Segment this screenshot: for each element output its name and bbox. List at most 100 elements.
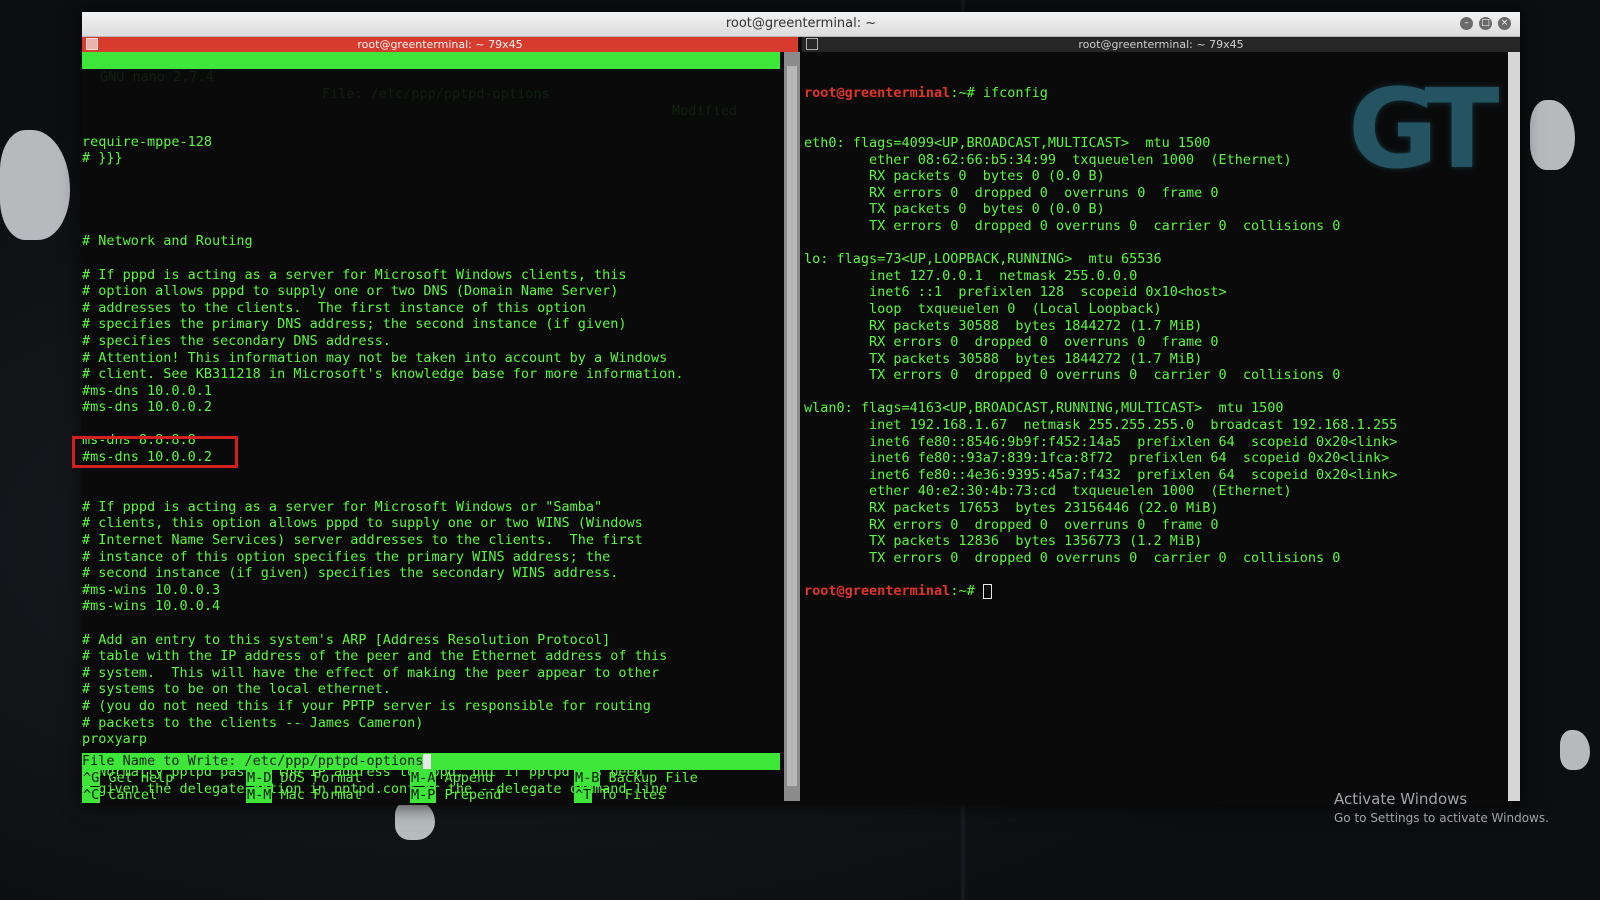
left-pane-scrollbar[interactable] xyxy=(784,52,800,801)
shortcut-label: Append xyxy=(444,770,494,786)
editor-line: # Network and Routing xyxy=(82,233,253,250)
maximize-icon[interactable]: □ xyxy=(1479,17,1492,30)
editor-line: # clients, this option allows pppd to su… xyxy=(82,515,643,532)
shortcut-item[interactable]: M-A Append xyxy=(410,770,493,787)
output-line: RX errors 0 dropped 0 overruns 0 frame 0 xyxy=(804,516,1219,533)
window-title: root@greenterminal: ~ xyxy=(725,16,877,31)
editor-line: # specifies the secondary DNS address. xyxy=(82,332,391,349)
minimize-icon[interactable]: – xyxy=(1460,17,1473,30)
left-pane-title-text: root@greenterminal: ~ 79x45 xyxy=(357,38,523,51)
shortcut-key: M-P xyxy=(410,786,437,803)
output-line: wlan0: flags=4163<UP,BROADCAST,RUNNING,M… xyxy=(804,400,1284,417)
output-line: RX errors 0 dropped 0 overruns 0 frame 0 xyxy=(804,184,1219,201)
output-line: TX errors 0 dropped 0 overruns 0 carrier… xyxy=(804,217,1341,234)
shortcut-label: Backup File xyxy=(608,770,698,786)
output-line: RX errors 0 dropped 0 overruns 0 frame 0 xyxy=(804,334,1219,351)
output-line: RX packets 17653 bytes 23156446 (22.0 Mi… xyxy=(804,500,1219,517)
output-line: RX packets 30588 bytes 1844272 (1.7 MiB) xyxy=(804,317,1203,334)
filename-prompt-text: File Name to Write: /etc/ppp/pptpd-optio… xyxy=(82,753,424,769)
editor-line: # If pppd is acting as a server for Micr… xyxy=(82,498,603,515)
logo-watermark: GT xyxy=(1348,65,1499,193)
prompt-user: root@greenterminal xyxy=(804,583,951,599)
terminal-cursor xyxy=(982,583,992,599)
output-line: inet6 fe80::8546:9b9f:f452:14a5 prefixle… xyxy=(804,433,1398,450)
editor-line: # specifies the primary DNS address; the… xyxy=(82,316,627,333)
shortcut-item[interactable]: ^T To Files xyxy=(574,786,666,804)
shortcut-item[interactable]: M-M Mac Format xyxy=(246,786,362,804)
command-line: root@greenterminal:~# ifconfig xyxy=(804,85,1397,102)
terminal-window[interactable]: root@greenterminal: ~ – □ × root@greente… xyxy=(72,12,1520,805)
output-line: inet6 fe80::4e36:9395:45a7:f432 prefixle… xyxy=(804,466,1398,483)
output-line: RX packets 0 bytes 0 (0.0 B) xyxy=(804,168,1105,185)
output-line: eth0: flags=4099<UP,BROADCAST,MULTICAST>… xyxy=(804,134,1211,151)
editor-line: # second instance (if given) specifies t… xyxy=(82,565,619,582)
output-line: TX packets 12836 bytes 1356773 (1.2 MiB) xyxy=(804,533,1203,550)
close-icon[interactable]: × xyxy=(1498,17,1511,30)
prompt-suffix: :~# xyxy=(950,583,983,599)
nano-editor-content[interactable]: require-mppe-128 # }}} # Network and Routi… xyxy=(72,84,683,798)
split-pane-icon xyxy=(806,38,818,50)
command-line[interactable]: root@greenterminal:~# xyxy=(804,583,1397,600)
editor-line: #ms-wins 10.0.0.4 xyxy=(82,598,221,615)
output-line: TX errors 0 dropped 0 overruns 0 carrier… xyxy=(804,367,1341,384)
command-text: ifconfig xyxy=(982,85,1048,102)
editor-line: # addresses to the clients. The first in… xyxy=(82,299,586,316)
nano-filename-prompt[interactable]: File Name to Write: /etc/ppp/pptpd-optio… xyxy=(82,753,780,770)
editor-line: # (you do not need this if your PPTP ser… xyxy=(82,697,651,714)
shortcut-item[interactable]: M-B Backup File xyxy=(574,770,698,787)
shortcut-item[interactable]: ^G Get Help xyxy=(82,770,173,787)
output-line: loop txqueuelen 0 (Local Loopback) xyxy=(804,300,1162,317)
activate-subtitle: Go to Settings to activate Windows. xyxy=(1334,811,1549,825)
shortcut-label: Get Help xyxy=(108,770,174,786)
scrollbar-thumb[interactable] xyxy=(787,66,797,786)
output-line: inet6 ::1 prefixlen 128 scopeid 0x10<hos… xyxy=(804,284,1227,301)
window-titlebar[interactable]: root@greenterminal: ~ – □ × xyxy=(82,12,1520,37)
shortcut-item[interactable]: ^C Cancel xyxy=(82,786,158,804)
shortcut-label: Mac Format xyxy=(280,786,362,803)
editor-line: #ms-dns 10.0.0.2 xyxy=(82,399,213,416)
map-shape xyxy=(395,800,435,840)
editor-line: # systems to be on the local ethernet. xyxy=(82,681,391,698)
nano-shortcut-bar: ^G Get Help M-D DOS Format M-A Append M-B B… xyxy=(82,770,782,804)
shortcut-key: ^G xyxy=(82,770,101,786)
activate-windows-watermark: Activate Windows Go to Settings to activ… xyxy=(1334,790,1549,825)
output-line: inet 127.0.0.1 netmask 255.0.0.0 xyxy=(804,267,1138,284)
terminal-icon xyxy=(86,38,98,50)
right-pane-title[interactable]: root@greenterminal: ~ 79x45 xyxy=(802,37,1520,52)
shortcut-label: DOS Format xyxy=(280,770,362,786)
editor-line: # }}} xyxy=(82,150,123,167)
editor-line: # If pppd is acting as a server for Micr… xyxy=(82,266,627,283)
shortcut-label: Cancel xyxy=(108,786,158,803)
shortcut-key: M-D xyxy=(246,770,273,786)
output-line: TX packets 30588 bytes 1844272 (1.7 MiB) xyxy=(804,350,1203,367)
shortcut-item[interactable]: M-D DOS Format xyxy=(246,770,362,787)
shortcut-key: ^C xyxy=(82,786,101,803)
shortcut-key: ^T xyxy=(574,786,593,803)
shortcut-label: To Files xyxy=(600,786,666,803)
terminal-output[interactable]: root@greenterminal:~# ifconfig eth0: fla… xyxy=(804,52,1397,600)
prompt-user: root@greenterminal xyxy=(804,85,951,102)
editor-line: # Attention! This information may not be… xyxy=(82,349,668,366)
prompt-suffix: :~# xyxy=(950,85,983,102)
output-line: ether 08:62:66:b5:34:99 txqueuelen 1000 … xyxy=(804,151,1292,168)
output-line: TX packets 0 bytes 0 (0.0 B) xyxy=(804,201,1105,218)
shortcut-item[interactable]: M-P Prepend xyxy=(410,786,501,804)
editor-line: # table with the IP address of the peer … xyxy=(82,648,668,665)
editor-line: #ms-dns 10.0.0.1 xyxy=(82,382,213,399)
shortcut-key: M-M xyxy=(246,786,273,803)
shortcut-key: M-B xyxy=(574,770,601,786)
text-cursor xyxy=(423,753,432,769)
output-line: ether 40:e2:30:4b:73:cd txqueuelen 1000 … xyxy=(804,483,1292,500)
highlight-annotation-box xyxy=(72,436,238,468)
output-line: TX errors 0 dropped 0 overruns 0 carrier… xyxy=(804,549,1341,566)
left-pane-title[interactable]: root@greenterminal: ~ 79x45 xyxy=(82,37,798,52)
